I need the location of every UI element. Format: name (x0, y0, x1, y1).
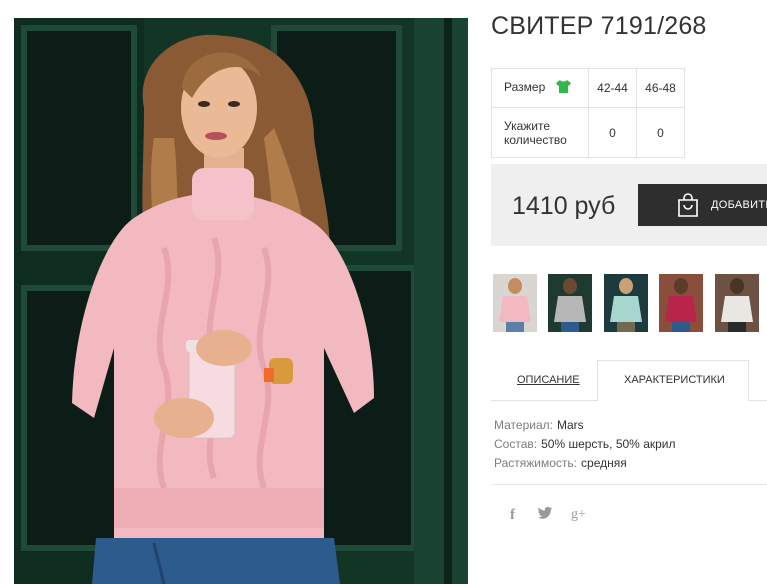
facebook-icon[interactable]: f (506, 505, 522, 523)
property-value: средняя (581, 456, 627, 470)
property-key: Состав: (494, 437, 538, 451)
thumbnail-white-sweater[interactable] (715, 274, 759, 332)
product-properties: Материал: Mars Состав: 50% шерсть, 50% акр… (494, 416, 676, 473)
add-to-cart-button[interactable]: ДОБАВИТЬ (638, 184, 767, 226)
shopping-bag-icon (677, 193, 699, 220)
quantity-label-line1: Укажите (504, 118, 551, 133)
divider (491, 484, 767, 485)
svg-text:g+: g+ (571, 507, 586, 521)
google-plus-icon[interactable]: g+ (570, 505, 590, 522)
property-row: Состав: 50% шерсть, 50% акрил (494, 435, 676, 454)
property-value: Mars (556, 418, 584, 432)
tab-characteristics[interactable]: ХАРАКТЕРИСТИКИ (624, 374, 725, 386)
property-key: Растяжимость: (494, 456, 578, 470)
svg-text:f: f (510, 507, 516, 521)
quantity-label-line2: количество (504, 132, 567, 147)
thumbnail-pink-sweater[interactable] (493, 274, 537, 332)
property-row: Материал: Mars (494, 416, 676, 435)
quantity-label-cell: Укажите количество (491, 107, 589, 158)
price-bar: 1410 руб ДОБАВИТЬ (491, 164, 767, 246)
twitter-icon[interactable] (537, 505, 553, 521)
size-label: Размер (504, 80, 546, 95)
property-row: Растяжимость: средняя (494, 454, 676, 473)
thumbnail-mint-sweater[interactable] (604, 274, 648, 332)
size-quantity-table: Размер 42-44 46-48 Укажите количество 0 … (491, 68, 685, 158)
product-title: СВИТЕР 7191/268 (491, 12, 707, 40)
tab-active-gap (598, 399, 747, 401)
tab-description[interactable]: ОПИСАНИЕ (517, 374, 580, 386)
quantity-input-2[interactable]: 0 (636, 107, 685, 158)
quantity-input-1[interactable]: 0 (588, 107, 637, 158)
thumbnail-red-sweater[interactable] (659, 274, 703, 332)
add-to-cart-label: ДОБАВИТЬ (711, 199, 767, 211)
product-main-photo[interactable] (14, 18, 468, 584)
size-option-1[interactable]: 42-44 (588, 68, 637, 108)
size-option-2[interactable]: 46-48 (636, 68, 685, 108)
shirt-icon[interactable] (555, 79, 572, 97)
product-price: 1410 руб (512, 192, 616, 220)
property-value: 50% шерсть, 50% акрил (541, 437, 676, 451)
property-key: Материал: (494, 418, 553, 432)
size-label-cell: Размер (491, 68, 589, 108)
thumbnail-grey-sweater[interactable] (548, 274, 592, 332)
